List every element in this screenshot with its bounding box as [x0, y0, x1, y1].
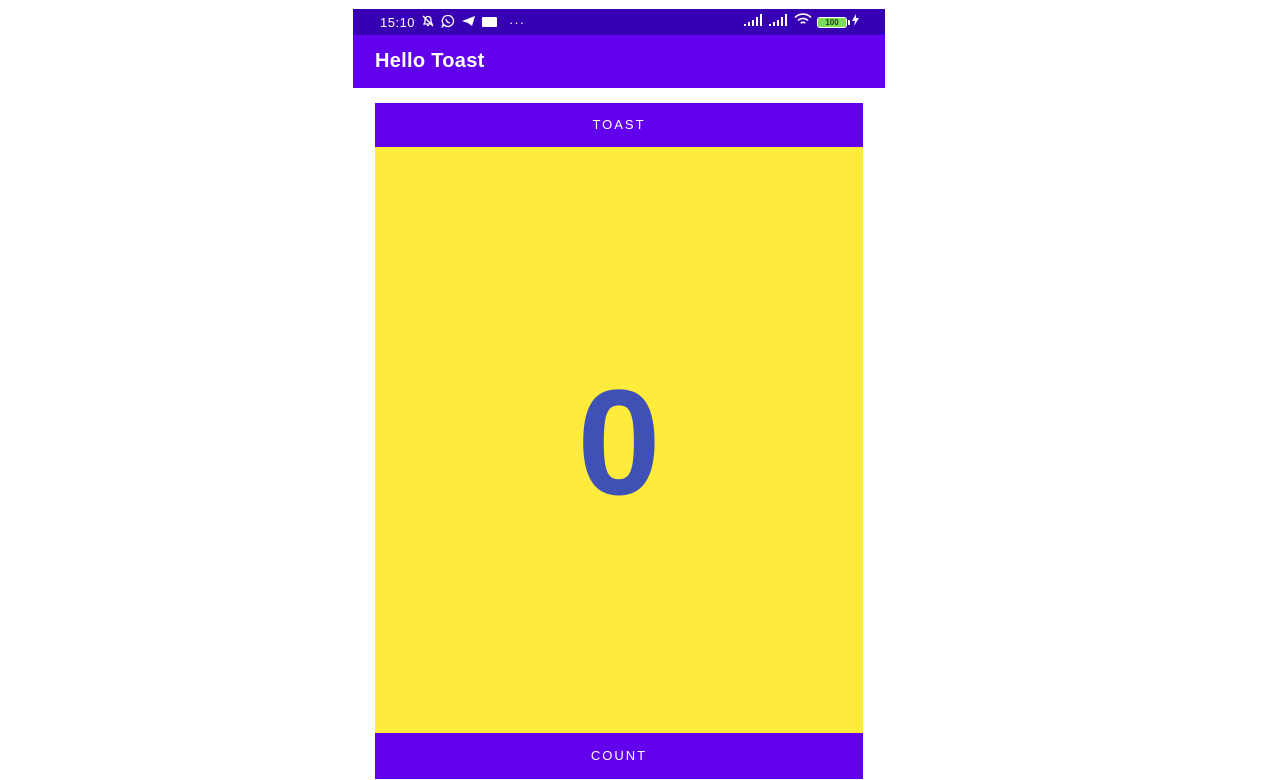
- count-value: 0: [577, 358, 661, 526]
- whatsapp-icon: [441, 14, 455, 31]
- telegram-icon: [461, 14, 476, 31]
- battery-icon: 100: [817, 16, 850, 28]
- battery-level: 100: [825, 17, 839, 27]
- app-title: Hello Toast: [375, 50, 485, 72]
- signal-icon: [769, 13, 789, 31]
- status-bar: 15:10 ··· 100: [353, 9, 885, 35]
- status-right: 100: [744, 13, 859, 31]
- notification-tile-icon: [482, 17, 498, 27]
- signal-icon: [744, 13, 764, 31]
- bell-off-icon: [421, 14, 435, 31]
- count-button[interactable]: COUNT: [375, 733, 863, 779]
- charging-icon: [852, 13, 859, 31]
- app-bar: Hello Toast: [353, 35, 885, 88]
- phone-screen: 15:10 ··· 100 Hello Toast TOAST 0 COUNT: [353, 9, 885, 780]
- status-time: 15:10: [380, 14, 416, 30]
- wifi-icon: [794, 13, 812, 31]
- toast-button[interactable]: TOAST: [375, 103, 863, 147]
- status-left: 15:10 ···: [380, 14, 525, 30]
- count-display: 0: [375, 147, 863, 733]
- overflow-dots: ···: [509, 14, 526, 30]
